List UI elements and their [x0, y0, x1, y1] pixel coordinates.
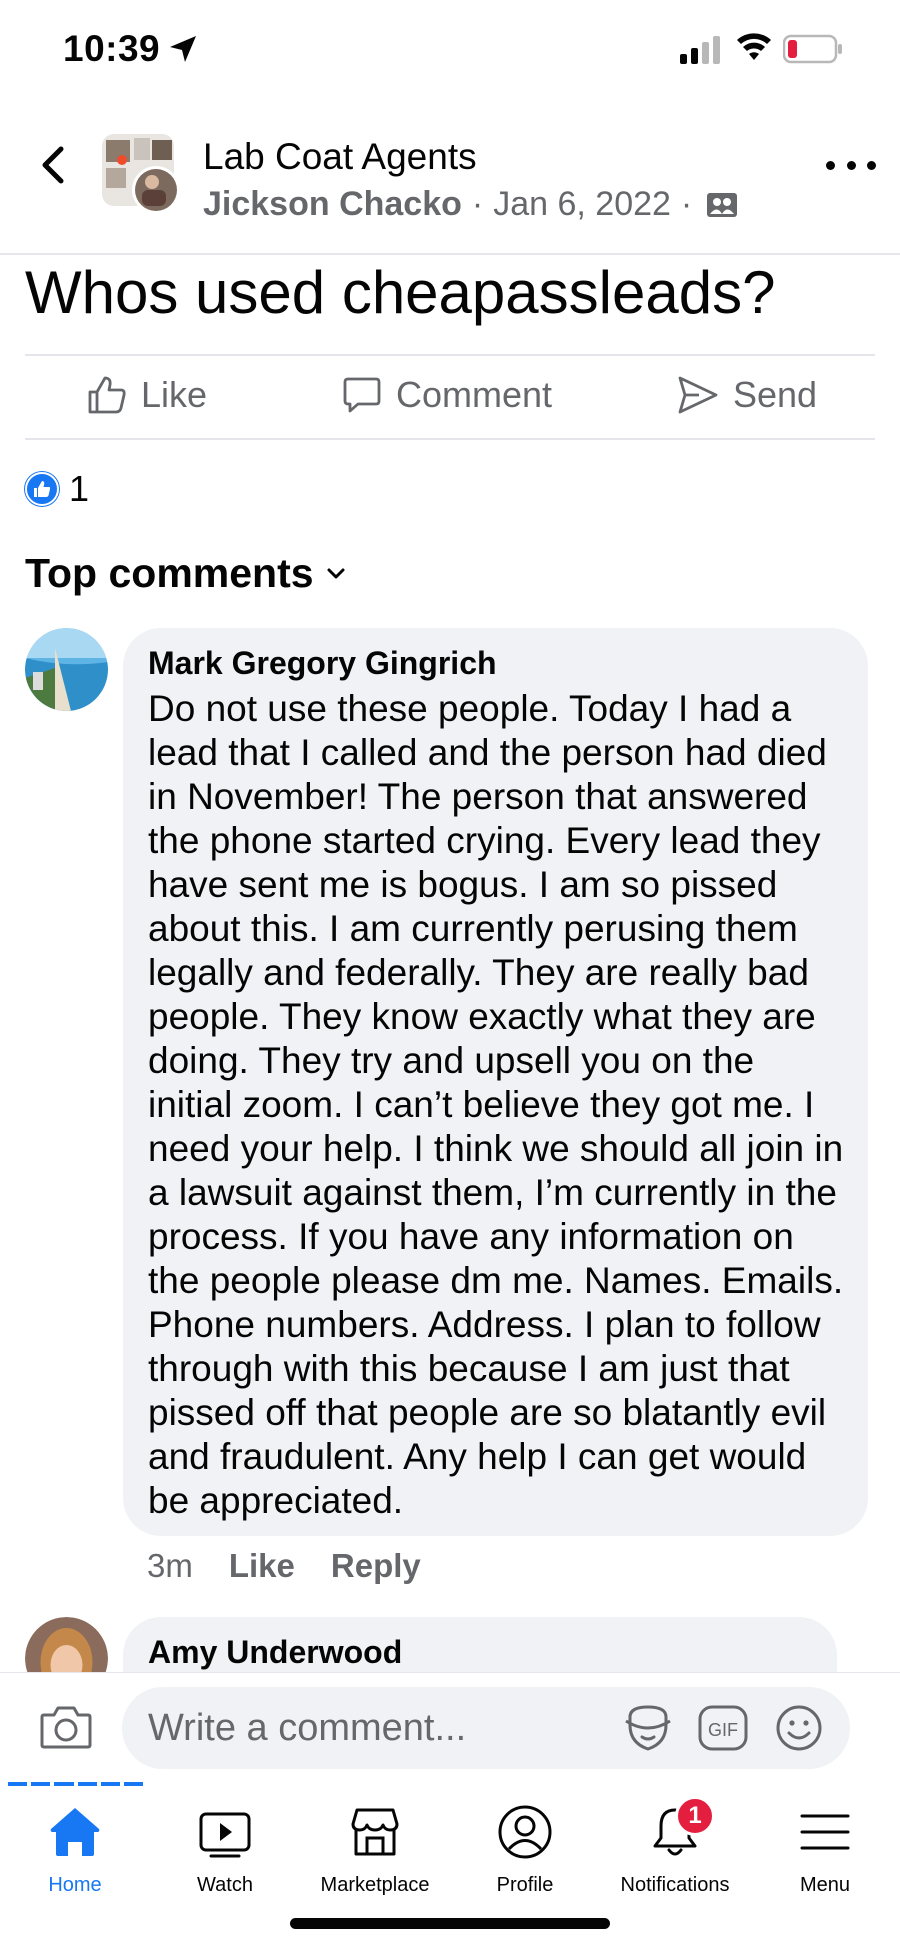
post-meta: Jickson Chacko · Jan 6, 2022 · [203, 185, 738, 224]
post-date[interactable]: Jan 6, 2022 [493, 185, 671, 224]
notifications-icon-wrap: 1 [647, 1796, 715, 1860]
more-dot [867, 160, 876, 170]
comment-text: Do not use these people. Today I had a l… [148, 688, 844, 1521]
marketplace-icon [351, 1808, 399, 1856]
notification-badge: 1 [675, 1796, 715, 1836]
status-bar: 10:39 [0, 0, 900, 100]
meta-separator: · [680, 185, 693, 223]
post-action-bar: Like Comment Send [25, 354, 875, 440]
gif-label: GIF [708, 1720, 738, 1740]
chevron-down-icon [327, 568, 345, 578]
post-text: Whos used cheapassleads? [25, 259, 776, 326]
like-reaction-icon [25, 472, 59, 506]
battery-icon [783, 34, 842, 64]
comment-author[interactable]: Amy Underwood [148, 1634, 813, 1671]
comment-sort-dropdown[interactable]: Top comments [25, 550, 346, 597]
more-dot [846, 160, 856, 170]
location-arrow-icon [170, 36, 196, 62]
tab-label: Notifications [620, 1874, 730, 1896]
group-name[interactable]: Lab Coat Agents [203, 136, 477, 178]
more-dot [826, 160, 835, 170]
gif-icon[interactable]: GIF [697, 1704, 749, 1752]
reaction-count: 1 [69, 468, 90, 509]
like-button[interactable]: Like [87, 374, 207, 416]
commenter-avatar[interactable] [25, 628, 108, 711]
tab-marketplace[interactable]: Marketplace [300, 1804, 450, 1897]
tab-label: Menu [799, 1874, 851, 1896]
sticker-icon[interactable] [622, 1703, 674, 1753]
comment-bubble-icon [343, 377, 381, 413]
tab-label: Profile [496, 1874, 554, 1896]
cellular-signal-icon [680, 36, 720, 64]
emoji-icon[interactable] [774, 1703, 824, 1753]
watch-icon [199, 1812, 251, 1858]
tab-profile[interactable]: Profile [450, 1804, 600, 1897]
reaction-summary[interactable]: 1 [25, 468, 89, 510]
back-button[interactable] [30, 140, 74, 190]
tab-label: Marketplace [320, 1874, 430, 1896]
comment-reply-button[interactable]: Reply [331, 1547, 421, 1585]
home-icon [50, 1808, 100, 1856]
menu-icon [800, 1814, 850, 1850]
comment-input[interactable] [148, 1687, 618, 1769]
comment-like-button[interactable]: Like [229, 1547, 295, 1585]
comment-bubble[interactable]: Mark Gregory Gingrich Do not use these p… [123, 628, 868, 1536]
more-options-button[interactable] [826, 150, 876, 180]
post-header: Lab Coat Agents Jickson Chacko · Jan 6, … [0, 110, 900, 255]
comment-label: Comment [396, 374, 553, 415]
send-arrow-icon [678, 376, 718, 414]
tab-notifications[interactable]: 1 Notifications [600, 1796, 750, 1897]
profile-icon [498, 1805, 552, 1859]
tab-menu[interactable]: Menu [750, 1804, 900, 1897]
tab-watch[interactable]: Watch [150, 1804, 300, 1897]
wifi-icon [737, 33, 771, 60]
tab-label: Home [48, 1874, 102, 1896]
comment-composer: GIF [0, 1672, 900, 1782]
group-avatar[interactable] [100, 132, 184, 216]
camera-icon[interactable] [40, 1705, 92, 1749]
comment-time: 3m [147, 1547, 193, 1584]
comment-author[interactable]: Mark Gregory Gingrich [148, 643, 844, 683]
comment-input-container: GIF [122, 1687, 850, 1769]
tab-home[interactable]: Home [0, 1804, 150, 1897]
comment-actions: 3m Like Reply [147, 1547, 421, 1585]
chevron-left-icon [42, 146, 64, 184]
send-label: Send [733, 374, 818, 415]
tab-label: Watch [197, 1874, 253, 1896]
send-button[interactable]: Send [677, 374, 817, 416]
meta-separator: · [471, 185, 484, 223]
post-author[interactable]: Jickson Chacko [203, 185, 462, 224]
comment-button[interactable]: Comment [342, 374, 552, 416]
like-label: Like [141, 374, 208, 415]
comment-sort-label: Top comments [25, 550, 314, 596]
home-indicator [290, 1918, 610, 1929]
thumbs-up-icon [88, 376, 126, 414]
status-time: 10:39 [63, 28, 161, 69]
group-audience-icon [707, 192, 738, 217]
